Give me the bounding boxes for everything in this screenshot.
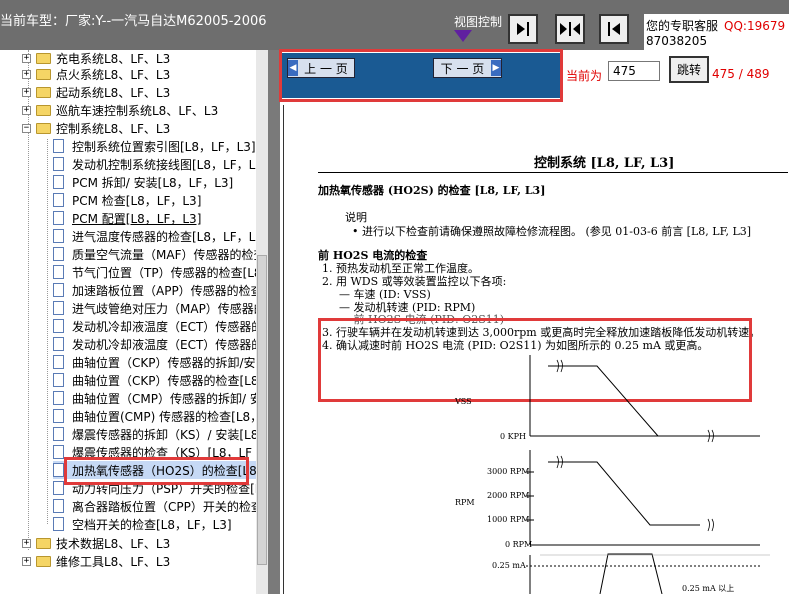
- document-icon: [53, 265, 64, 279]
- page-count: 475 / 489: [712, 67, 770, 81]
- expand-plus-icon[interactable]: +: [22, 87, 31, 97]
- window-title: 当前车型：厂家:Y--一汽马自达M62005-2006: [0, 14, 267, 29]
- doc-heading: 控制系统 [L8, LF, L3]: [534, 156, 675, 171]
- folder-icon: [36, 68, 51, 80]
- tree-doc[interactable]: PCM 检查[L8，LF，L3]: [53, 191, 201, 209]
- pager-highlight: [279, 49, 563, 102]
- document-icon: [53, 355, 64, 369]
- tree-folder-specs[interactable]: + 技术数据L8、LF、L3: [22, 534, 170, 552]
- document-icon: [53, 481, 64, 495]
- document-icon: [53, 463, 64, 477]
- tree-doc[interactable]: 发动机冷却液温度（ECT）传感器的: [53, 317, 263, 335]
- folder-icon: [36, 537, 51, 549]
- current-page-label: 当前为: [566, 69, 603, 83]
- folder-icon: [36, 86, 51, 98]
- tree-doc[interactable]: 进气歧管绝对压力（MAP）传感器的: [53, 299, 266, 317]
- graph-ma-tick: 0.25 mA: [492, 561, 526, 570]
- view-button-expand-left[interactable]: [599, 14, 629, 44]
- selected-item-highlight: [64, 457, 249, 485]
- tree-doc[interactable]: 质量空气流量（MAF）传感器的检查[L: [53, 245, 268, 263]
- expand-plus-icon[interactable]: +: [22, 538, 31, 548]
- tree-doc[interactable]: 空档开关的检查[L8，LF，L3]: [53, 515, 232, 533]
- sidebar-tree[interactable]: + 充电系统L8、LF、L3 + 点火系统L8、LF、L3 + 起动系统L8、LF、L…: [0, 50, 268, 594]
- customer-service-label: 您的专职客服: [646, 19, 719, 33]
- pane-splitter[interactable]: [268, 50, 280, 594]
- folder-open-icon: [36, 122, 51, 134]
- view-control-arrow-icon: [454, 30, 472, 42]
- view-control-label: 视图控制: [454, 15, 503, 29]
- folder-icon: [36, 555, 51, 567]
- graph-ma-note: 0.25 mA 以上: [682, 584, 735, 593]
- arrow-left-bar-icon: [608, 22, 620, 36]
- document-icon: [53, 301, 64, 315]
- document-icon: [53, 517, 64, 531]
- view-button-expand-right[interactable]: [508, 14, 538, 44]
- arrow-right-bar-icon: [517, 22, 529, 36]
- split-view-icon: [560, 22, 580, 36]
- tree-doc[interactable]: PCM 拆卸/ 安装[L8，LF，L3]: [53, 173, 233, 191]
- document-icon: [53, 391, 64, 405]
- folder-icon: [36, 52, 51, 64]
- go-button[interactable]: 跳转: [669, 56, 709, 83]
- tree-doc[interactable]: 曲轴位置(CMP) 传感器的检查[L8，: [53, 407, 262, 425]
- tree-doc[interactable]: 曲轴位置（CMP）传感器的拆卸/ 安: [53, 389, 262, 407]
- document-icon: [53, 193, 64, 207]
- document-icon: [53, 373, 64, 387]
- tree-doc[interactable]: 发动机控制系统接线图[L8，LF，L3]: [53, 155, 268, 173]
- view-button-split[interactable]: [555, 14, 585, 44]
- document-icon: [53, 409, 64, 423]
- expand-plus-icon[interactable]: +: [22, 556, 31, 566]
- tree-doc[interactable]: 曲轴位置（CKP）传感器的检查[L8，: [53, 371, 268, 389]
- tree-doc[interactable]: 进气温度传感器的检查[L8，LF，L3]: [53, 227, 268, 245]
- graph-rpm-tick: 3000 RPM: [487, 467, 530, 476]
- graph-rpm-tick: 1000 RPM: [487, 515, 530, 524]
- expand-plus-icon[interactable]: +: [22, 69, 31, 79]
- tree-folder-tools[interactable]: + 维修工具L8、LF、L3: [22, 552, 170, 570]
- document-icon: [53, 283, 64, 297]
- tree-folder-cruise[interactable]: + 巡航车速控制系统L8、LF、L3: [22, 101, 218, 119]
- collapse-minus-icon[interactable]: −: [22, 123, 31, 133]
- tree-folder-control[interactable]: − 控制系统L8、LF、L3: [22, 119, 170, 137]
- document-icon: [53, 499, 64, 513]
- document-icon: [53, 427, 64, 441]
- tree-doc[interactable]: 离合器踏板位置（CPP）开关的检查[: [53, 497, 268, 515]
- graph-rpm-tick: 2000 RPM: [487, 491, 530, 500]
- graph-rpm-tick: 0 RPM: [505, 540, 533, 549]
- customer-service-number: 87038205: [646, 34, 708, 48]
- document-icon: [53, 319, 64, 333]
- document-icon: [53, 247, 64, 261]
- doc-note-text: • 进行以下检查前请确保遵照故障检修流程图。 (参见 01-03-6 前言 [L…: [352, 225, 752, 238]
- folder-icon: [36, 104, 51, 116]
- doc-subheading: 加热氧传感器 (HO2S) 的检查 [L8, LF, L3]: [318, 184, 546, 197]
- graph-vss-zero: 0 KPH: [500, 432, 526, 441]
- tree-doc[interactable]: 曲轴位置（CKP）传感器的拆卸/安装: [53, 353, 268, 371]
- document-icon: [53, 445, 64, 459]
- tree-doc[interactable]: PCM 配置[L8，LF，L3]: [53, 209, 201, 227]
- sidebar-scrollbar-thumb[interactable]: [257, 255, 267, 565]
- expand-plus-icon[interactable]: +: [22, 105, 31, 115]
- top-bar: 当前车型：厂家:Y--一汽马自达M62005-2006 视图控制 您的专职客服 Q…: [0, 0, 789, 50]
- tree-doc[interactable]: 发动机冷却液温度（ECT）传感器的: [53, 335, 263, 353]
- document-icon: [53, 229, 64, 243]
- tree-folder-starting[interactable]: + 起动系统L8、LF、L3: [22, 83, 170, 101]
- graph-rpm-label: RPM: [455, 498, 475, 507]
- document-icon: [53, 337, 64, 351]
- graph-vss-label: VSS: [455, 397, 472, 406]
- tree-doc[interactable]: 加速踏板位置（APP）传感器的检查[L: [53, 281, 268, 299]
- tree-doc[interactable]: 爆震传感器的拆卸（KS）/ 安装[L8，: [53, 425, 268, 443]
- document-icon: [53, 175, 64, 189]
- tree-doc[interactable]: 控制系统位置索引图[L8，LF，L3]: [53, 137, 256, 155]
- tree-doc[interactable]: 节气门位置（TP）传感器的检查[L8，: [53, 263, 268, 281]
- tree-folder-ignition[interactable]: + 点火系统L8、LF、L3: [22, 65, 170, 83]
- document-icon: [53, 157, 64, 171]
- expand-plus-icon[interactable]: +: [22, 53, 31, 63]
- customer-service-qq[interactable]: QQ:19679: [724, 19, 785, 33]
- document-icon: [53, 211, 64, 225]
- customer-service-box: 您的专职客服 QQ:19679 87038205: [644, 14, 789, 50]
- page-number-input[interactable]: [608, 61, 660, 81]
- document-icon: [53, 139, 64, 153]
